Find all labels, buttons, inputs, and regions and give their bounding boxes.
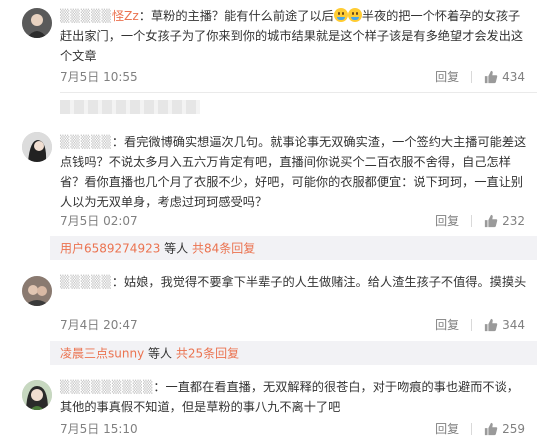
comment-username[interactable]: ▒▒▒▒▒怪Zz — [60, 9, 139, 23]
thumbs-up-icon — [484, 422, 498, 435]
crying-laughing-emoji-icon — [347, 8, 362, 22]
like-button[interactable]: 259 — [484, 422, 525, 436]
reply-thread-summary[interactable]: 凌晨三点sunny 等人 共25条回复 — [50, 341, 537, 365]
comment-timestamp: 7月4日 20:47 — [60, 318, 138, 332]
reply-button[interactable]: 回复 — [435, 420, 459, 437]
avatar[interactable] — [22, 8, 52, 38]
comment-timestamp: 7月5日 15:10 — [60, 422, 138, 436]
comment-actions: 回复 259 — [435, 420, 525, 437]
divider — [471, 422, 473, 435]
thumbs-up-icon — [484, 214, 498, 227]
thumbs-up-icon — [484, 70, 498, 83]
reply-thread-user[interactable]: 凌晨三点sunny — [60, 347, 144, 361]
hidden-reply-placeholder — [60, 100, 200, 114]
comment-timestamp: 7月5日 10:55 — [60, 70, 138, 84]
comment-text: ▒▒▒▒▒：姑娘，我觉得不要拿下半辈子的人生做赌注。给人渣生孩子不值得。摸摸头 — [60, 275, 527, 289]
comment-divider — [60, 92, 537, 93]
comment-username[interactable]: ▒▒▒▒▒ — [60, 275, 112, 289]
comment-username[interactable]: ▒▒▒▒▒▒▒▒▒ — [60, 380, 153, 394]
like-count: 232 — [502, 213, 525, 228]
comment-text: ▒▒▒▒▒：看完微博确实想逼次几句。就事论事无双确实渣，一个签约大主播可能差这点… — [60, 135, 527, 209]
reply-thread-mid: 等人 — [144, 346, 176, 361]
like-count: 434 — [502, 69, 525, 84]
reply-button[interactable]: 回复 — [435, 212, 459, 229]
avatar[interactable] — [22, 380, 52, 410]
avatar[interactable] — [22, 276, 52, 306]
comment-actions: 回复 434 — [435, 68, 525, 85]
reply-button[interactable]: 回复 — [435, 68, 459, 85]
avatar[interactable] — [22, 132, 52, 162]
comment-actions: 回复 232 — [435, 212, 525, 229]
divider — [471, 70, 473, 83]
thumbs-up-icon — [484, 318, 498, 331]
divider — [471, 214, 473, 227]
divider — [471, 318, 473, 331]
like-button[interactable]: 232 — [484, 214, 525, 228]
crying-laughing-emoji-icon — [333, 8, 348, 22]
comment-timestamp: 7月5日 02:07 — [60, 214, 138, 228]
comment-username[interactable]: ▒▒▒▒▒ — [60, 135, 112, 149]
reply-thread-count[interactable]: 共25条回复 — [176, 347, 239, 361]
like-count: 259 — [502, 421, 525, 436]
like-button[interactable]: 434 — [484, 70, 525, 84]
like-count: 344 — [502, 317, 525, 332]
reply-thread-summary[interactable]: 用户6589274923 等人 共84条回复 — [50, 236, 537, 260]
reply-thread-count[interactable]: 共84条回复 — [192, 242, 255, 256]
reply-button[interactable]: 回复 — [435, 316, 459, 333]
comment-text: ▒▒▒▒▒▒▒▒▒：一直都在看直播，无双解释的很苍白，对于吻痕的事也避而不谈，其… — [60, 380, 519, 414]
reply-thread-mid: 等人 — [160, 241, 192, 256]
like-button[interactable]: 344 — [484, 318, 525, 332]
reply-thread-user[interactable]: 用户6589274923 — [60, 242, 160, 256]
comment-actions: 回复 344 — [435, 316, 525, 333]
comment-text: ▒▒▒▒▒怪Zz：草粉的主播？能有什么前途了以后 半夜的把一个怀着孕的女孩子赶出家… — [60, 8, 524, 63]
